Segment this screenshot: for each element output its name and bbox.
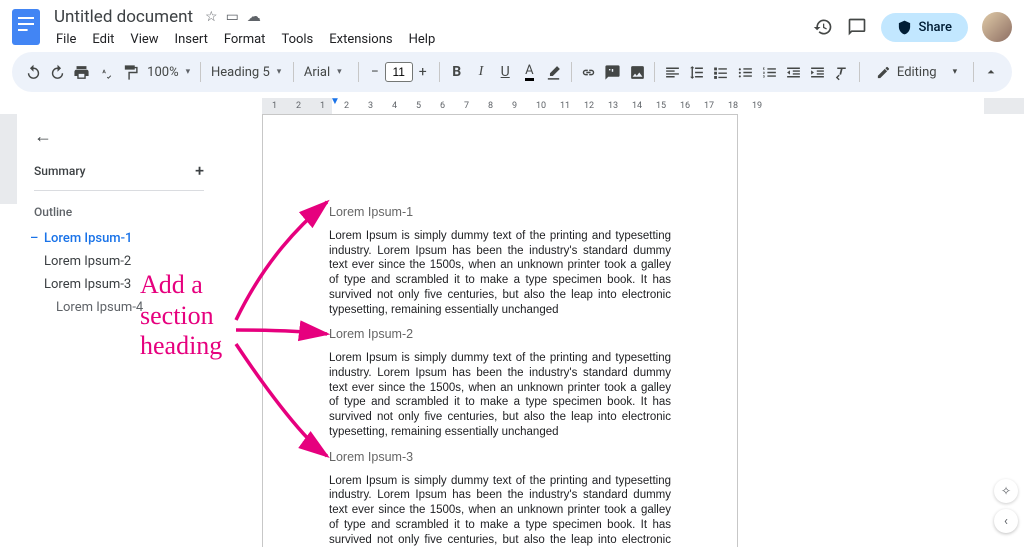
section-body[interactable]: Lorem Ipsum is simply dummy text of the …	[329, 474, 671, 547]
share-button[interactable]: Share	[881, 13, 968, 42]
horizontal-ruler[interactable]: ▼ 1212345678910111213141516171819	[0, 98, 1024, 114]
title-area: Untitled document ☆ ▭ ☁ File Edit View I…	[50, 6, 813, 49]
explore-button[interactable]: ✧	[994, 479, 1018, 503]
font-size-decrease[interactable]: −	[365, 61, 385, 83]
font-size-increase[interactable]: +	[413, 61, 433, 83]
underline-button[interactable]: U	[494, 59, 516, 85]
move-to-folder-icon[interactable]: ▭	[226, 9, 239, 25]
editing-mode-label: Editing	[897, 65, 937, 80]
menu-extensions[interactable]: Extensions	[323, 30, 398, 49]
separator	[973, 62, 974, 82]
outline-label: Outline	[34, 205, 204, 219]
bold-button[interactable]: B	[446, 59, 468, 85]
account-avatar[interactable]	[982, 12, 1012, 42]
spellcheck-button[interactable]	[95, 59, 117, 85]
comments-icon[interactable]	[847, 17, 867, 37]
redo-button[interactable]	[46, 59, 68, 85]
docs-logo-icon[interactable]	[12, 9, 40, 45]
header-right: Share	[813, 12, 1012, 42]
numbered-list-button[interactable]	[758, 59, 780, 85]
checklist-button[interactable]	[710, 59, 732, 85]
italic-button[interactable]: I	[470, 59, 492, 85]
menu-insert[interactable]: Insert	[169, 30, 214, 49]
document-title[interactable]: Untitled document	[50, 6, 197, 28]
separator	[859, 62, 860, 82]
title-icons: ☆ ▭ ☁	[205, 9, 261, 25]
menu-edit[interactable]: Edit	[86, 30, 120, 49]
menu-help[interactable]: Help	[403, 30, 442, 49]
line-spacing-button[interactable]	[685, 59, 707, 85]
app-header: Untitled document ☆ ▭ ☁ File Edit View I…	[0, 0, 1024, 48]
page-area: Lorem Ipsum-1 Lorem Ipsum is simply dummy…	[214, 114, 1024, 547]
separator	[439, 62, 440, 82]
paint-format-button[interactable]	[119, 59, 141, 85]
insert-comment-button[interactable]	[602, 59, 624, 85]
menu-format[interactable]: Format	[218, 30, 272, 49]
annotation-text: Add a section heading	[140, 270, 222, 362]
menu-view[interactable]: View	[124, 30, 164, 49]
close-outline-button[interactable]: ←	[34, 126, 204, 147]
indent-decrease-button[interactable]	[782, 59, 804, 85]
paragraph-style-select[interactable]: Heading 5	[207, 65, 287, 80]
collapse-toolbar-button[interactable]	[980, 59, 1002, 85]
highlight-button[interactable]	[543, 59, 565, 85]
separator	[358, 62, 359, 82]
section-heading[interactable]: Lorem Ipsum-1	[329, 205, 671, 219]
section-body[interactable]: Lorem Ipsum is simply dummy text of the …	[329, 229, 671, 317]
section-body[interactable]: Lorem Ipsum is simply dummy text of the …	[329, 351, 671, 439]
separator	[200, 62, 201, 82]
clear-formatting-button[interactable]	[831, 59, 853, 85]
share-button-label: Share	[918, 20, 952, 35]
zoom-select[interactable]: 100%	[143, 65, 194, 80]
align-button[interactable]	[661, 59, 683, 85]
section-heading[interactable]: Lorem Ipsum-3	[329, 450, 671, 464]
add-summary-button[interactable]: +	[195, 161, 204, 180]
undo-button[interactable]	[22, 59, 44, 85]
star-icon[interactable]: ☆	[205, 9, 218, 25]
bulleted-list-button[interactable]	[734, 59, 756, 85]
menu-file[interactable]: File	[50, 30, 82, 49]
font-size-input[interactable]	[385, 62, 413, 82]
separator	[571, 62, 572, 82]
toolbar: 100% Heading 5 Arial − + B I U A Editing…	[12, 52, 1012, 92]
summary-label: Summary	[34, 164, 86, 178]
section-heading[interactable]: Lorem Ipsum-2	[329, 327, 671, 341]
font-size-control: − +	[365, 61, 433, 83]
separator	[654, 62, 655, 82]
vertical-ruler[interactable]	[0, 114, 18, 547]
cloud-status-icon[interactable]: ☁	[247, 9, 261, 25]
outline-item[interactable]: Lorem Ipsum-1	[34, 227, 204, 250]
side-panel-toggle[interactable]: ‹	[994, 509, 1018, 533]
insert-image-button[interactable]	[626, 59, 648, 85]
indent-increase-button[interactable]	[807, 59, 829, 85]
print-button[interactable]	[70, 59, 92, 85]
menu-bar: File Edit View Insert Format Tools Exten…	[50, 30, 813, 49]
history-icon[interactable]	[813, 17, 833, 37]
editing-mode-select[interactable]: Editing ▾	[866, 62, 967, 83]
text-color-button[interactable]: A	[518, 59, 540, 85]
font-select[interactable]: Arial	[300, 65, 352, 80]
separator	[293, 62, 294, 82]
menu-tools[interactable]: Tools	[275, 30, 319, 49]
document-page[interactable]: Lorem Ipsum-1 Lorem Ipsum is simply dummy…	[262, 114, 738, 547]
insert-link-button[interactable]	[578, 59, 600, 85]
